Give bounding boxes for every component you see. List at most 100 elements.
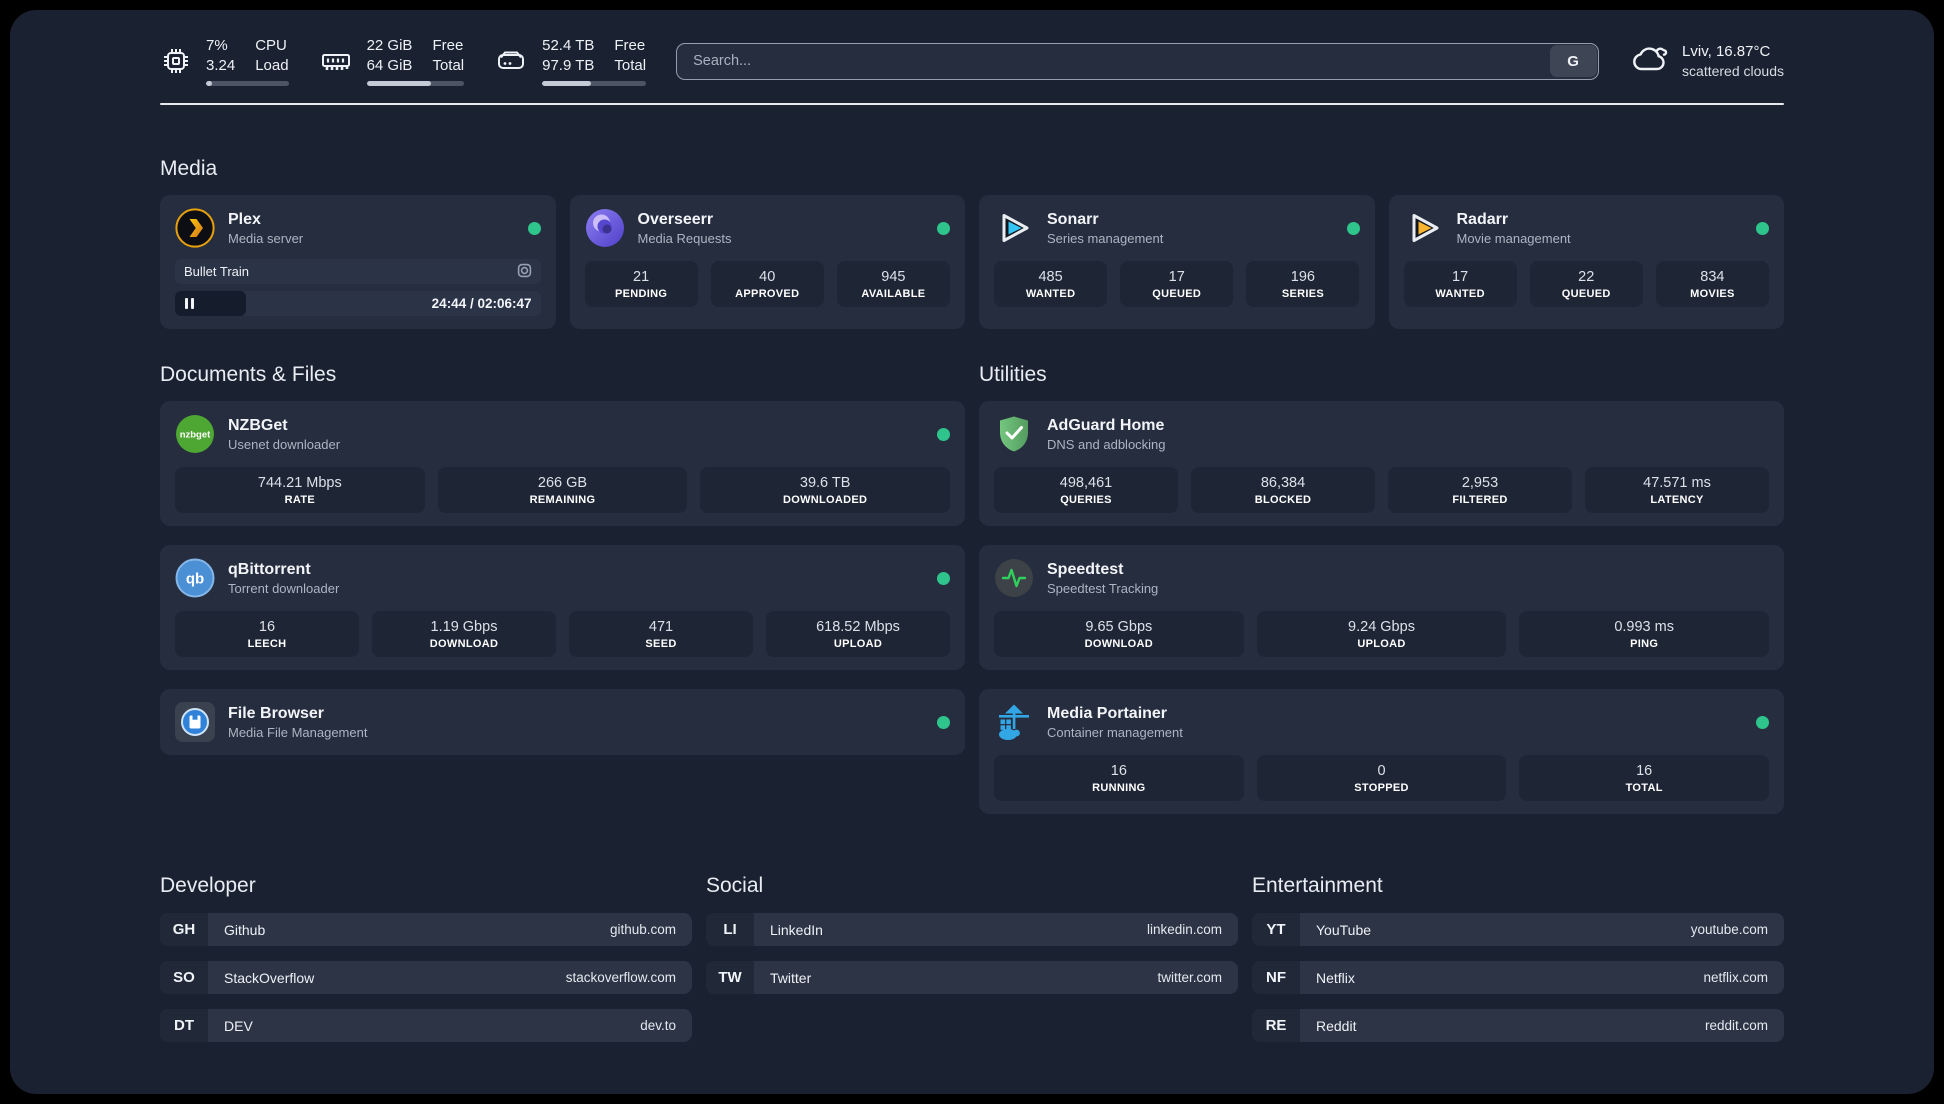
link-url: github.com [609,922,676,937]
session-camera-icon[interactable] [517,263,532,281]
app-name: NZBGet [228,416,288,434]
status-dot [937,571,950,585]
app-description: DNS and adblocking [1047,436,1166,452]
status-dot [527,221,541,235]
weather-location: Lviv, 16.87°C [1682,43,1771,61]
cpu-widget: 7% 3.24 CPU Load [160,36,289,86]
stat-tile: 196 SERIES [1246,261,1360,307]
link-linkedin[interactable]: LI LinkedIn linkedin.com [706,913,1238,946]
header-divider [160,103,1784,105]
speedtest-icon [994,558,1034,598]
portainer-card[interactable]: Media Portainer Container management 16 R… [979,689,1784,814]
disk-total-value: 97.9 TB [542,56,595,74]
radarr-icon [1404,208,1444,248]
link-name: Netflix [1316,969,1355,986]
app-name: qBittorrent [228,560,311,578]
cpu-load-label: Load [255,56,289,74]
qbittorrent-card[interactable]: qb qBittorrent Torrent downloader 16 LEE… [160,545,965,670]
ram-widget: 22 GiB 64 GiB Free Total [319,36,465,86]
search-bar: G [676,42,1600,80]
disk-free-label: Free [614,37,646,55]
link-name: Reddit [1316,1017,1357,1034]
link-name: Twitter [770,969,812,986]
stat-tile: 16 LEECH [175,611,359,657]
app-name: Speedtest [1047,560,1124,578]
app-name: Radarr [1456,210,1509,228]
sonarr-icon [994,208,1034,248]
link-tag: SO [160,961,208,994]
link-name: YouTube [1316,921,1372,938]
cpu-icon [160,45,192,77]
portainer-icon [994,702,1034,742]
ram-free-value: 22 GiB [366,37,413,55]
pause-button[interactable] [185,298,194,309]
svg-text:nzbget: nzbget [180,430,211,441]
link-url: stackoverflow.com [565,970,676,985]
disk-total-label: Total [614,56,647,74]
app-name: Plex [228,210,261,228]
app-description: Usenet downloader [228,436,341,452]
link-dev[interactable]: DT DEV dev.to [160,1009,692,1042]
link-youtube[interactable]: YT YouTube youtube.com [1252,913,1784,946]
stat-tile: 21 PENDING [584,261,698,307]
speedtest-card[interactable]: Speedtest Speedtest Tracking 9.65 Gbps DO… [979,545,1784,670]
link-netflix[interactable]: NF Netflix netflix.com [1252,961,1784,994]
weather-widget: Lviv, 16.87°C scattered clouds [1629,39,1784,84]
search-input[interactable] [676,42,1600,80]
stat-tile: 39.6 TB DOWNLOADED [700,467,950,513]
link-stackoverflow[interactable]: SO StackOverflow stackoverflow.com [160,961,692,994]
link-name: LinkedIn [770,921,823,938]
app-description: Speedtest Tracking [1047,580,1159,596]
app-description: Container management [1047,724,1183,740]
link-twitter[interactable]: TW Twitter twitter.com [706,961,1238,994]
plex-icon [175,208,215,248]
cloud-icon [1629,39,1669,84]
sonarr-card[interactable]: Sonarr Series management 485 WANTED 17 QUE… [979,195,1375,329]
link-reddit[interactable]: RE Reddit reddit.com [1252,1009,1784,1042]
adguard-icon [994,414,1034,454]
stat-tile: 0 STOPPED [1256,755,1507,801]
stat-tile: 266 GB REMAINING [437,467,688,513]
link-tag: YT [1252,913,1300,946]
section-title-documents: Documents & Files [160,363,337,386]
plex-card[interactable]: Plex Media server Bullet Train 24:44 / 0… [160,195,556,329]
stat-tile: 945 AVAILABLE [836,261,950,307]
app-name: Media Portainer [1047,704,1168,722]
top-bar: 7% 3.24 CPU Load 22 GiB 64 GiB Free Tota… [160,36,1784,86]
stat-tile: 17 WANTED [1403,261,1517,307]
now-playing-title: Bullet Train [184,264,250,279]
nzbget-card[interactable]: nzbget NZBGet Usenet downloader 744.21 M… [160,401,965,526]
link-url: netflix.com [1703,970,1768,985]
radarr-card[interactable]: Radarr Movie management 17 WANTED 22 QUEUE… [1388,195,1784,329]
stat-tile: 471 SEED [569,611,753,657]
adguard-card[interactable]: AdGuard Home DNS and adblocking 498,461 Q… [979,401,1784,526]
status-dot [937,427,950,441]
link-name: DEV [224,1017,253,1034]
link-name: Github [224,921,266,938]
weather-condition: scattered clouds [1682,62,1784,79]
link-tag: DT [160,1009,208,1042]
search-engine-button[interactable]: G [1549,45,1597,77]
link-github[interactable]: GH Github github.com [160,913,692,946]
status-dot [937,221,950,235]
app-name: File Browser [228,704,325,722]
app-description: Torrent downloader [228,580,340,596]
filebrowser-icon [175,702,215,742]
qbittorrent-icon: qb [175,558,215,598]
section-title-utilities: Utilities [979,363,1047,386]
disk-free-value: 52.4 TB [542,37,595,55]
cpu-percent: 7% [206,37,228,55]
app-description: Series management [1047,230,1164,246]
svg-text:qb: qb [186,571,204,588]
cpu-label: CPU [255,37,287,55]
filebrowser-card[interactable]: File Browser Media File Management [160,689,965,755]
stat-tile: 744.21 Mbps RATE [175,467,425,513]
stat-tile: 618.52 Mbps UPLOAD [766,611,950,657]
link-tag: LI [706,913,754,946]
overseerr-card[interactable]: Overseerr Media Requests 21 PENDING 40 APP… [569,195,965,329]
disk-icon [494,44,528,78]
stat-tile: 485 WANTED [994,261,1108,307]
cpu-load-value: 3.24 [206,56,236,74]
disk-progress-bar [542,80,647,86]
utilities-column: Utilities AdGuard Home DNS and adblockin… [979,363,1784,814]
